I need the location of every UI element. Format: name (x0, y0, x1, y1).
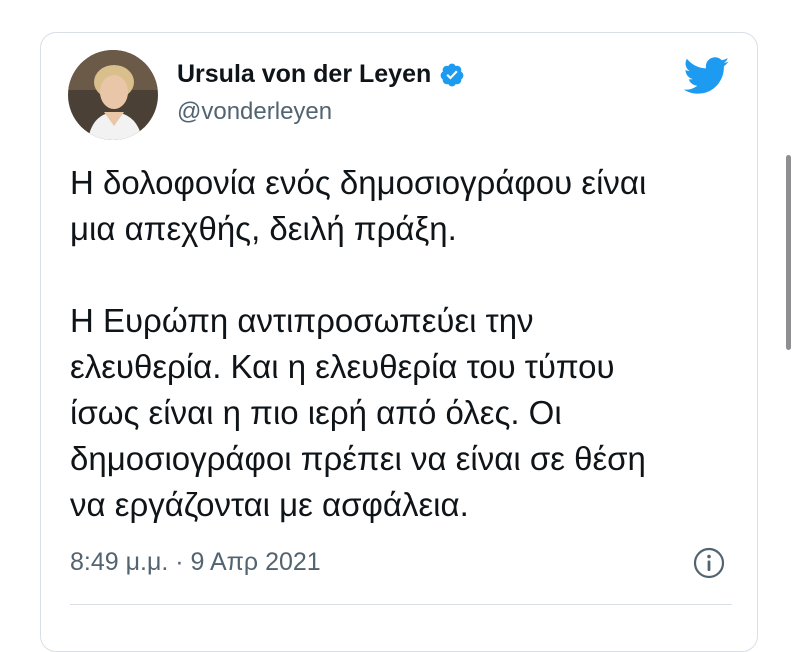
author-handle[interactable]: @vonderleyen (177, 98, 332, 126)
tweet-line: Η δολοφονία ενός δημοσιογράφου είναι (70, 164, 647, 201)
tweet-paragraph: Η Ευρώπη αντιπροσωπεύει την ελευθερία. Κ… (70, 298, 750, 528)
tweet-line: μια απεχθής, δειλή πράξη. (70, 210, 457, 247)
avatar[interactable] (68, 50, 158, 140)
profile-photo-icon (68, 50, 158, 140)
divider (70, 604, 732, 605)
tweet-paragraph: Η δολοφονία ενός δημοσιογράφου είναι μια… (70, 160, 750, 252)
tweet-timestamp[interactable]: 8:49 μ.μ. · 9 Απρ 2021 (70, 548, 321, 577)
scrollbar[interactable] (786, 155, 791, 350)
twitter-bird-icon[interactable] (684, 57, 730, 95)
verified-badge-icon (440, 63, 464, 86)
author-display-name[interactable]: Ursula von der Leyen (177, 60, 431, 89)
tweet-line: να εργάζονται με ασφάλεια. (70, 486, 469, 523)
info-icon[interactable] (693, 547, 725, 579)
tweet-line: Η Ευρώπη αντιπροσωπεύει την (70, 302, 534, 339)
tweet-line: ελευθερία. Και η ελευθερία του τύπου (70, 348, 615, 385)
tweet-line: ίσως είναι η πιο ιερή από όλες. Οι (70, 394, 562, 431)
tweet-line: δημοσιογράφοι πρέπει να είναι σε θέση (70, 440, 646, 477)
tweet-text: Η δολοφονία ενός δημοσιογράφου είναι μια… (70, 160, 750, 574)
author-name-row: Ursula von der Leyen (177, 60, 465, 89)
